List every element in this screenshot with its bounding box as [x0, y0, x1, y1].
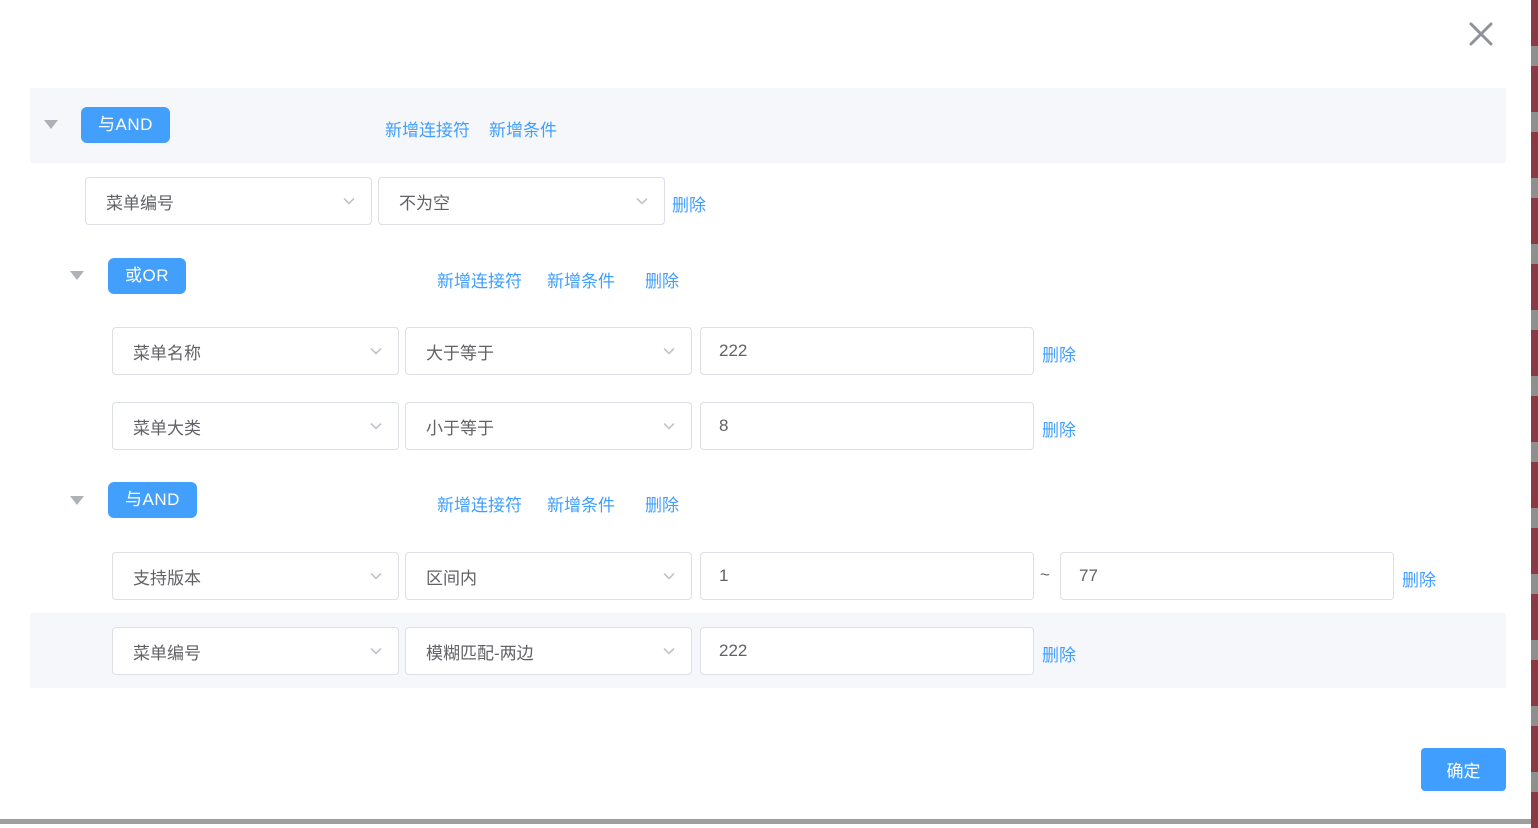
- select-value: 模糊匹配-两边: [426, 639, 534, 664]
- group-header-band: [30, 88, 1506, 163]
- add-connector-link[interactable]: 新增连接符: [437, 267, 522, 292]
- close-icon[interactable]: [1464, 17, 1498, 51]
- chevron-down-icon: [368, 568, 384, 584]
- chevron-down-icon: [634, 193, 650, 209]
- field-select[interactable]: 菜单大类: [112, 402, 399, 450]
- field-select[interactable]: 菜单名称: [112, 327, 399, 375]
- field-select[interactable]: 支持版本: [112, 552, 399, 600]
- add-connector-link[interactable]: 新增连接符: [385, 116, 470, 141]
- select-value: 菜单大类: [133, 414, 201, 439]
- logic-badge-or[interactable]: 或OR: [108, 258, 186, 294]
- chevron-down-icon: [341, 193, 357, 209]
- add-condition-link[interactable]: 新增条件: [489, 116, 557, 141]
- select-value: 小于等于: [426, 414, 494, 439]
- delete-condition-link[interactable]: 删除: [1042, 341, 1076, 366]
- select-value: 不为空: [399, 189, 450, 214]
- chevron-down-icon: [661, 643, 677, 659]
- delete-condition-link[interactable]: 删除: [1402, 566, 1436, 591]
- value-input[interactable]: [700, 402, 1034, 450]
- delete-condition-link[interactable]: 删除: [1042, 641, 1076, 666]
- range-separator: ~: [1040, 565, 1050, 585]
- select-value: 菜单名称: [133, 339, 201, 364]
- add-connector-link[interactable]: 新增连接符: [437, 491, 522, 516]
- collapse-arrow-icon[interactable]: [70, 496, 84, 505]
- chevron-down-icon: [661, 418, 677, 434]
- range-min-input[interactable]: [700, 552, 1034, 600]
- field-select[interactable]: 菜单编号: [85, 177, 372, 225]
- delete-condition-link[interactable]: 删除: [1042, 416, 1076, 441]
- logic-badge-and[interactable]: 与AND: [81, 107, 170, 143]
- value-input[interactable]: [700, 627, 1034, 675]
- select-value: 支持版本: [133, 564, 201, 589]
- logic-badge-and[interactable]: 与AND: [108, 482, 197, 518]
- operator-select[interactable]: 不为空: [378, 177, 665, 225]
- window-bottom-edge: [0, 819, 1531, 824]
- delete-group-link[interactable]: 删除: [645, 491, 679, 516]
- collapse-arrow-icon[interactable]: [44, 120, 58, 129]
- select-value: 区间内: [426, 564, 477, 589]
- range-max-input[interactable]: [1060, 552, 1394, 600]
- chevron-down-icon: [368, 343, 384, 359]
- select-value: 大于等于: [426, 339, 494, 364]
- select-value: 菜单编号: [133, 639, 201, 664]
- chevron-down-icon: [661, 343, 677, 359]
- delete-group-link[interactable]: 删除: [645, 267, 679, 292]
- collapse-arrow-icon[interactable]: [70, 271, 84, 280]
- operator-select[interactable]: 小于等于: [405, 402, 692, 450]
- value-input[interactable]: [700, 327, 1034, 375]
- filter-builder-dialog: 与AND 新增连接符 新增条件 菜单编号 不为空 删除 或OR 新增连接符 新增…: [0, 0, 1538, 828]
- add-condition-link[interactable]: 新增条件: [547, 267, 615, 292]
- operator-select[interactable]: 模糊匹配-两边: [405, 627, 692, 675]
- select-value: 菜单编号: [106, 189, 174, 214]
- chevron-down-icon: [368, 643, 384, 659]
- operator-select[interactable]: 区间内: [405, 552, 692, 600]
- add-condition-link[interactable]: 新增条件: [547, 491, 615, 516]
- operator-select[interactable]: 大于等于: [405, 327, 692, 375]
- window-right-edge: [1531, 0, 1538, 828]
- delete-condition-link[interactable]: 删除: [672, 191, 706, 216]
- chevron-down-icon: [661, 568, 677, 584]
- confirm-button[interactable]: 确定: [1421, 748, 1506, 791]
- field-select[interactable]: 菜单编号: [112, 627, 399, 675]
- chevron-down-icon: [368, 418, 384, 434]
